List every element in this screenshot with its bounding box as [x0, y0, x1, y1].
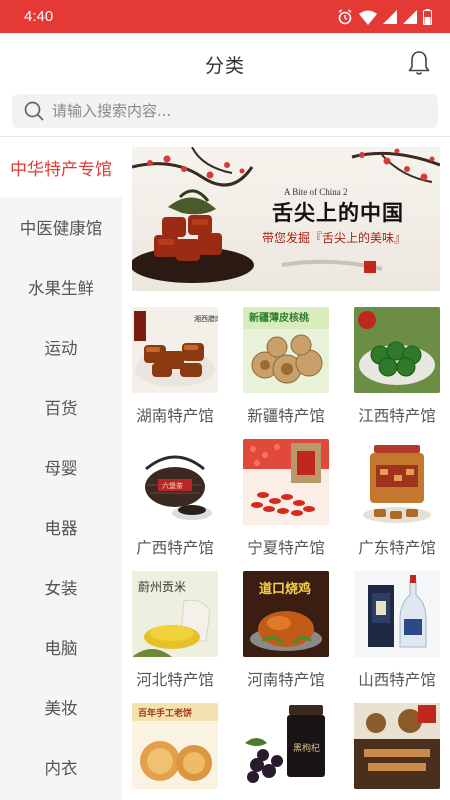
sidebar-item-label: 中医健康馆 [19, 219, 103, 238]
grid-item-henan[interactable]: 道口烧鸡 河南特产馆 [243, 571, 329, 690]
grid-item-label: 河南特产馆 [247, 671, 325, 689]
roast-chicken-image: 道口烧鸡 [243, 571, 329, 657]
sidebar-item-fruit-fresh[interactable]: 水果生鲜 [0, 257, 122, 317]
page-title: 分类 [204, 55, 245, 77]
sidebar-item-sports[interactable]: 运动 [0, 317, 122, 377]
search-bar[interactable] [12, 94, 438, 128]
grid-item-label: 宁夏特产馆 [247, 539, 325, 557]
signal-icon-2 [403, 10, 417, 24]
sidebar-item-general-goods[interactable]: 百货 [0, 377, 122, 437]
grid-item-black-goji[interactable]: 黑枸杞 [243, 703, 329, 789]
sidebar-item-beauty[interactable]: 美妆 [0, 677, 122, 737]
sidebar-item-label: 电脑 [44, 639, 78, 658]
cured-meat-image: 湘西腊肉 [134, 311, 218, 387]
grid-item-guangxi[interactable]: 六堡茶 广西特产馆 [132, 439, 218, 558]
grid-item-xinjiang[interactable]: 新疆薄皮核桃 新疆特产馆 [243, 307, 329, 426]
product-thumb [243, 439, 329, 525]
status-time: 4:40 [24, 8, 54, 25]
pastry-image: 百年手工老饼 [132, 703, 218, 781]
sidebar-item-china-specialty[interactable]: 中华特产专馆 [0, 137, 122, 197]
sidebar-item-appliances[interactable]: 电器 [0, 497, 122, 557]
grid-item-label: 江西特产馆 [358, 407, 436, 425]
grid-item-label: 广东特产馆 [358, 539, 436, 557]
product-thumb: 六堡茶 [132, 439, 218, 525]
thumb-caption: 百年手工老饼 [138, 707, 192, 719]
millet-image: 蔚州贡米 [132, 571, 218, 657]
product-thumb [354, 439, 440, 525]
sidebar-item-label: 电器 [44, 519, 78, 538]
category-sidebar: 中华特产专馆 中医健康馆 水果生鲜 运动 百货 母婴 电器 女装 电脑 美妆 内… [0, 137, 122, 800]
grid-item-label: 湖南特产馆 [136, 407, 214, 425]
thumb-caption: 蔚州贡米 [138, 580, 186, 594]
grid-item-hunan[interactable]: 湘西腊肉 湖南特产馆 [132, 307, 218, 426]
grid-item-label: 广西特产馆 [136, 539, 214, 557]
sidebar-item-label: 运动 [44, 339, 78, 358]
grid-item-label: 山西特产馆 [358, 671, 436, 689]
sidebar-item-underwear[interactable]: 内衣 [0, 737, 122, 797]
banner-subtitle: A Bite of China 2 [284, 187, 348, 197]
battery-icon [423, 9, 432, 25]
restaurant-image [354, 703, 440, 789]
search-input[interactable] [52, 102, 412, 120]
product-thumb [354, 571, 440, 657]
product-thumb: 百年手工老饼 [132, 703, 218, 789]
sidebar-item-label: 水果生鲜 [28, 279, 94, 298]
thumb-caption: 道口烧鸡 [259, 581, 311, 597]
product-thumb: 蔚州贡米 [132, 571, 218, 657]
green-fruit-image [354, 307, 440, 393]
wifi-icon [359, 10, 377, 25]
grid-item-pastry[interactable]: 百年手工老饼 [132, 703, 218, 789]
sidebar-item-label: 美妆 [44, 699, 78, 718]
signal-icon [383, 10, 397, 24]
product-thumb [354, 307, 440, 393]
sidebar-item-label: 母婴 [44, 459, 78, 478]
sidebar-item-mother-baby[interactable]: 母婴 [0, 437, 122, 497]
category-content: A Bite of China 2 舌尖上的中国 带您发掘『舌尖上的美味』 湘西… [122, 137, 450, 800]
grid-item-jiangxi[interactable]: 江西特产馆 [354, 307, 440, 426]
tea-basket-image: 六堡茶 [145, 455, 212, 520]
black-goji-image: 黑枸杞 [245, 705, 325, 783]
sidebar-item-label: 内衣 [44, 759, 78, 778]
product-thumb: 黑枸杞 [243, 703, 329, 789]
sidebar-item-tcm-health[interactable]: 中医健康馆 [0, 197, 122, 257]
alarm-icon [338, 9, 352, 25]
status-bar: 4:40 [0, 0, 450, 33]
sidebar-item-womens-wear[interactable]: 女装 [0, 557, 122, 617]
jar-snack-image [363, 445, 431, 523]
status-icons [337, 9, 432, 25]
grid-item-label: 新疆特产馆 [247, 407, 325, 425]
grid-item-restaurant[interactable] [354, 703, 440, 789]
product-thumb: 道口烧鸡 [243, 571, 329, 657]
sidebar-item-label: 女装 [44, 579, 78, 598]
grid-item-guangdong[interactable]: 广东特产馆 [354, 439, 440, 558]
walnut-image: 新疆薄皮核桃 [243, 307, 329, 384]
app-header: 分类 [0, 33, 450, 95]
product-thumb: 湘西腊肉 [132, 307, 218, 393]
product-thumb [354, 703, 440, 789]
promo-banner[interactable]: A Bite of China 2 舌尖上的中国 带您发掘『舌尖上的美味』 [132, 147, 440, 291]
liquor-image [368, 575, 427, 648]
thumb-caption: 黑枸杞 [293, 742, 320, 754]
bell-icon[interactable] [408, 50, 430, 76]
sidebar-item-label: 百货 [44, 399, 78, 418]
banner-tagline: 带您发掘『舌尖上的美味』 [262, 231, 407, 245]
thumb-caption: 新疆薄皮核桃 [249, 311, 309, 324]
grid-item-shanxi[interactable]: 山西特产馆 [354, 571, 440, 690]
banner-title: 舌尖上的中国 [272, 200, 404, 225]
thumb-caption: 六堡茶 [162, 481, 183, 490]
sidebar-item-computers[interactable]: 电脑 [0, 617, 122, 677]
grid-item-label: 河北特产馆 [136, 671, 214, 689]
grid-item-ningxia[interactable]: 宁夏特产馆 [243, 439, 329, 558]
product-thumb: 新疆薄皮核桃 [243, 307, 329, 393]
goji-berry-image [243, 439, 329, 516]
thumb-caption: 湘西腊肉 [194, 314, 218, 323]
search-icon [24, 101, 44, 121]
sidebar-item-label: 中华特产专馆 [10, 159, 112, 180]
grid-item-hebei[interactable]: 蔚州贡米 河北特产馆 [132, 571, 218, 690]
